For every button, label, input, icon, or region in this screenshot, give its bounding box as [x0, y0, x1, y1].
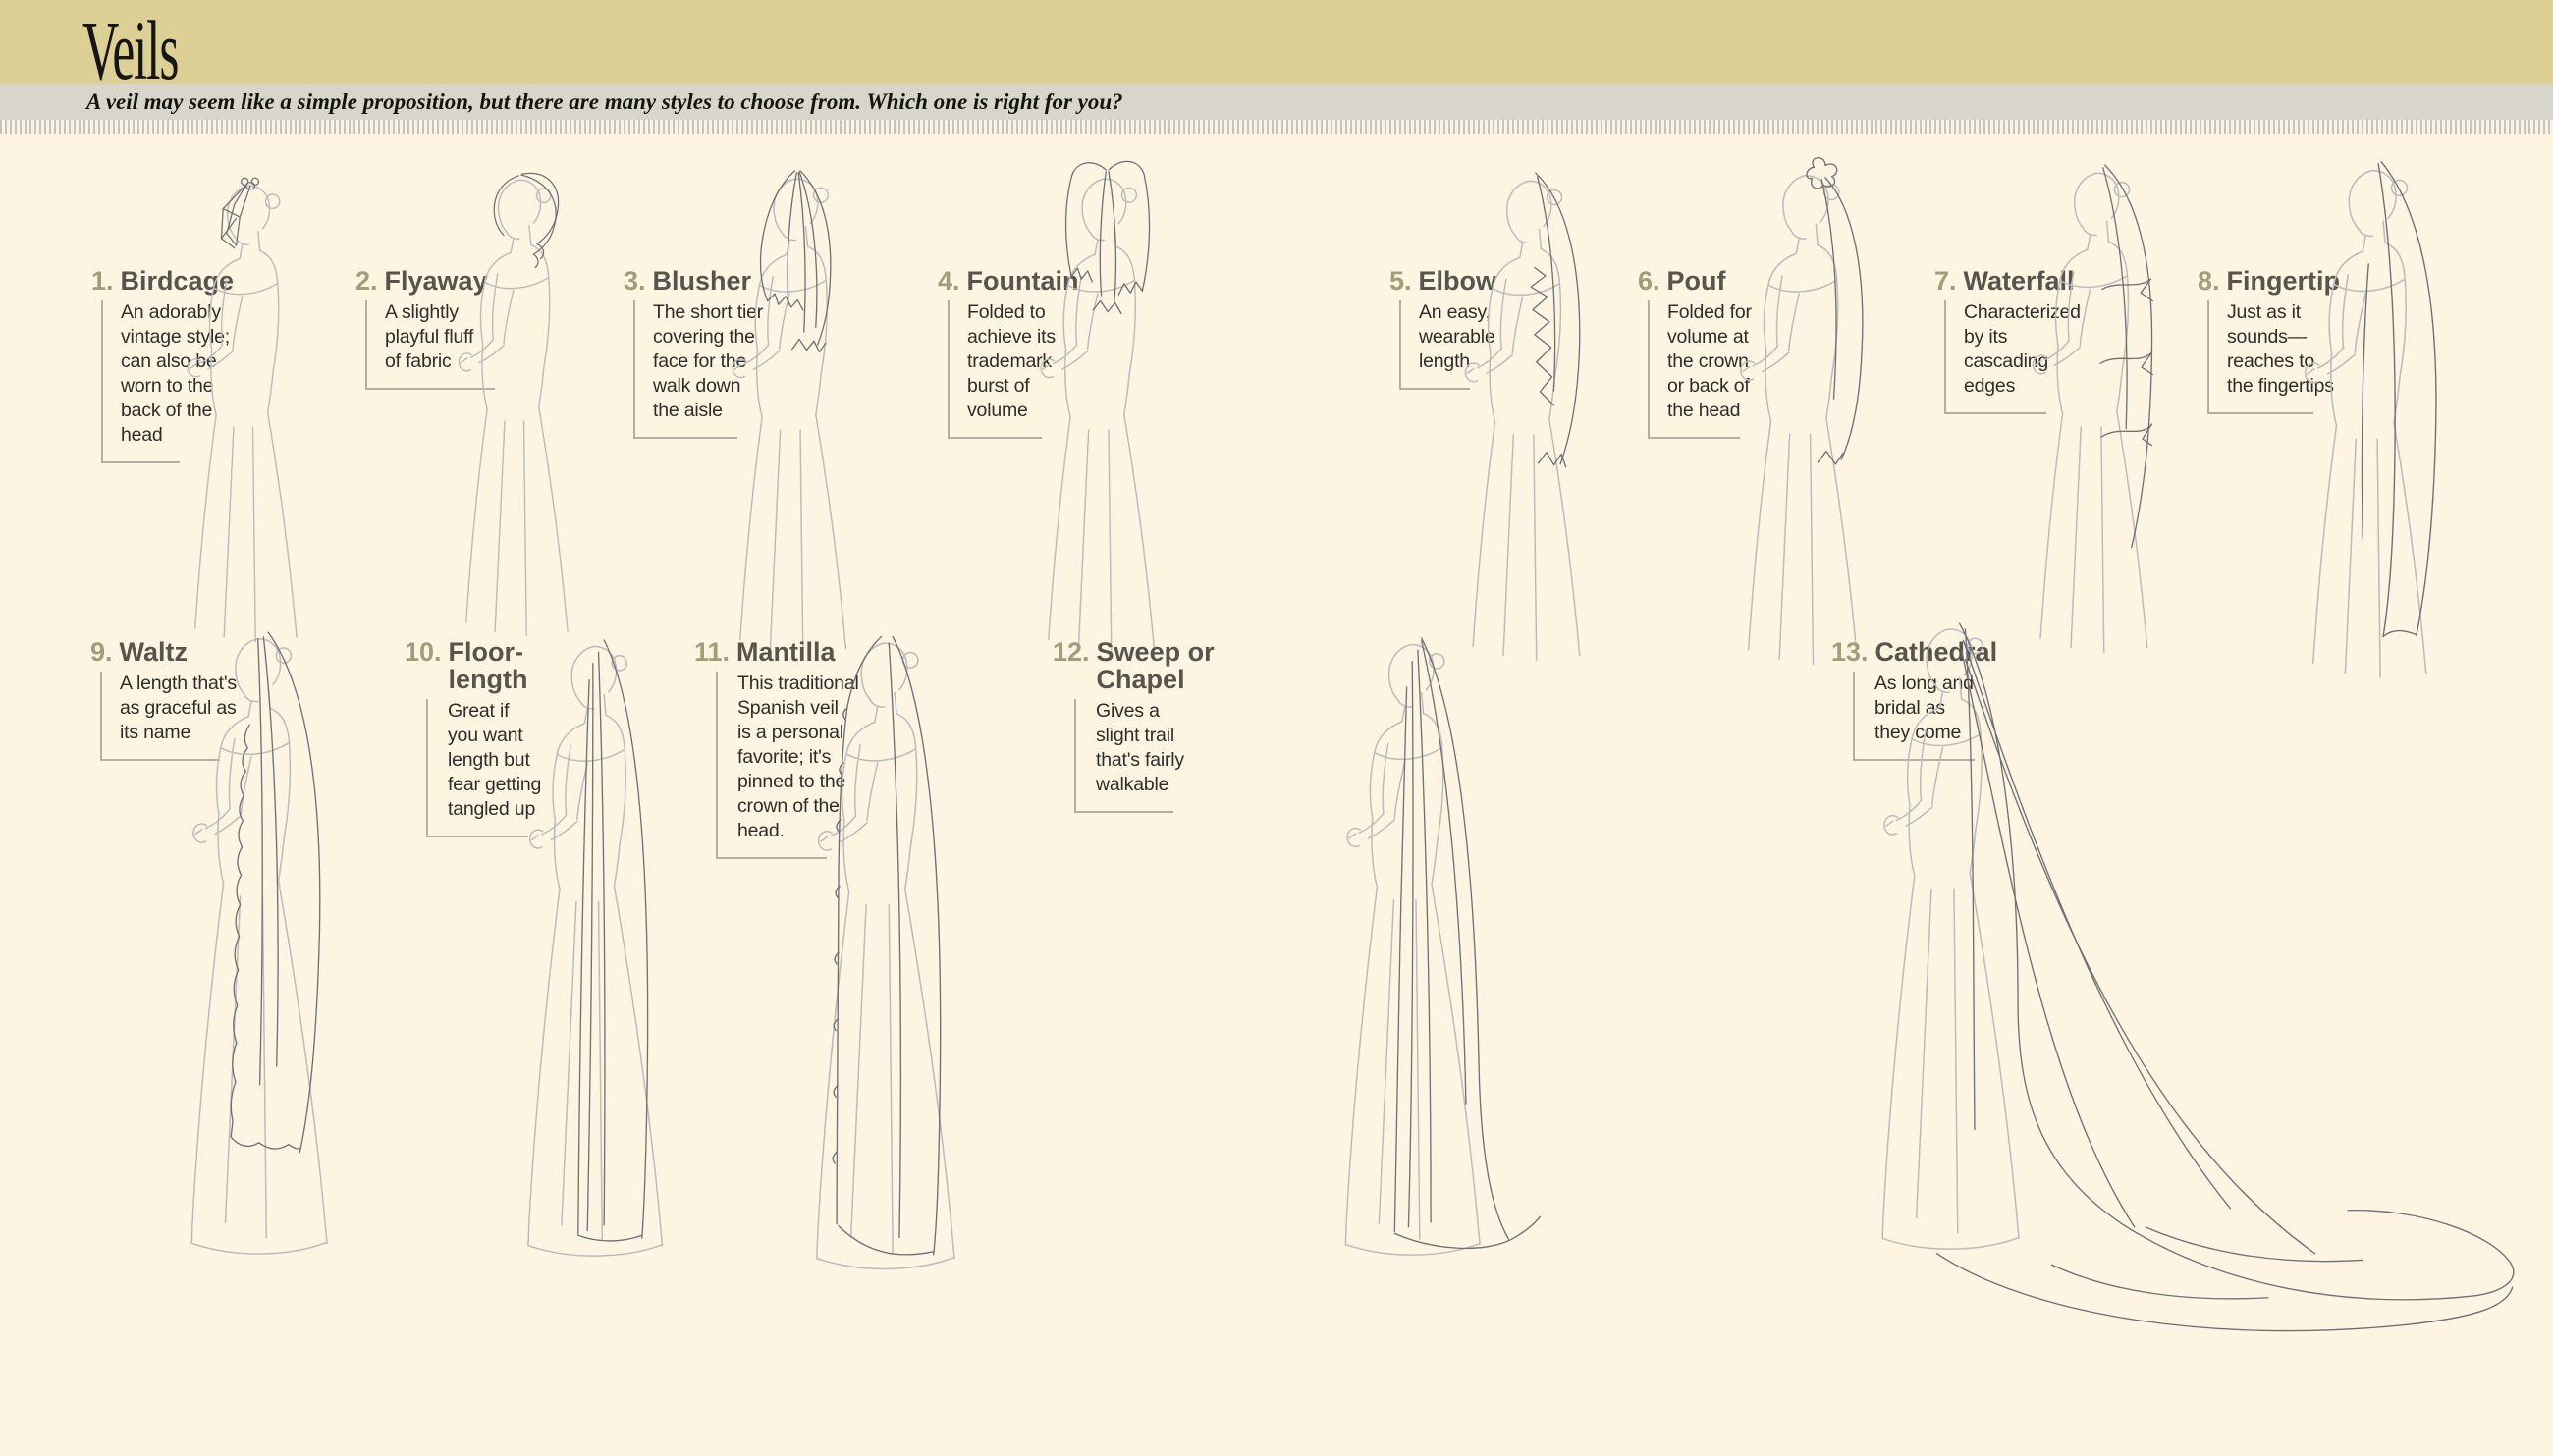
leader-line-vertical: [426, 699, 428, 836]
figure-mantilla-illustration: [784, 620, 1011, 1285]
veil-item-number: 10.: [405, 638, 442, 666]
veil-item-number: 11.: [694, 638, 730, 666]
leader-line-vertical: [1944, 300, 1946, 412]
leader-line-vertical: [1648, 300, 1650, 437]
figure-birdcage-illustration: [169, 165, 361, 567]
veil-item-number: 12.: [1053, 638, 1090, 666]
figure-fountain-illustration: [1021, 157, 1222, 576]
leader-line-vertical: [2207, 300, 2209, 412]
figure-pouf-illustration: [1720, 153, 1927, 594]
veil-item-description: Gives a slight trail that's fairly walka…: [1096, 699, 1202, 797]
veil-item-number: 4.: [938, 267, 960, 295]
veil-item-number: 5.: [1389, 267, 1412, 295]
veil-item-waltz: 9.WaltzA length that's as graceful as it…: [90, 638, 188, 666]
leader-line-vertical: [716, 672, 718, 857]
veil-item-name: Sweep or Chapel: [1097, 638, 1215, 694]
figure-floor-illustration: [496, 624, 718, 1271]
veil-item-number: 1.: [91, 267, 114, 295]
veil-item-number: 7.: [1934, 267, 1957, 295]
veil-item-sweep-or: 12.Sweep or ChapelGives a slight trail t…: [1053, 638, 1215, 694]
veil-item-number: 2.: [355, 267, 378, 295]
leader-line-vertical: [1399, 300, 1401, 388]
veil-item-birdcage: 1.BirdcageAn adorably vintage style; can…: [91, 267, 234, 295]
figure-cathedral-illustration: [1817, 607, 2531, 1359]
header-band: [0, 0, 2553, 84]
page-subtitle: A veil may seem like a simple propositio…: [86, 89, 1123, 115]
veil-item-pouf: 6.PoufFolded for volume at the crown or …: [1638, 267, 1726, 295]
leader-line-vertical: [101, 300, 103, 461]
veil-item-heading: 12.Sweep or Chapel: [1053, 638, 1215, 694]
leader-line-vertical: [1074, 699, 1076, 811]
veil-item-number: 6.: [1638, 267, 1660, 295]
veil-item-fountain: 4.FountainFolded to achieve its trademar…: [938, 267, 1079, 295]
leader-line-vertical: [948, 300, 950, 437]
veil-item-number: 3.: [624, 267, 646, 295]
veil-item-name: Pouf: [1667, 267, 1726, 295]
veil-item-cathedral: 13.CathedralAs long and bridal as they c…: [1831, 638, 1997, 666]
figure-flyaway-illustration: [440, 159, 632, 562]
veil-item-fingertip: 8.FingertipJust as it sounds— reaches to…: [2198, 267, 2340, 295]
figure-elbow-illustration: [1445, 159, 1648, 591]
veil-item-floor: 10.Floor- lengthGreat if you want length…: [405, 638, 528, 694]
figure-blusher-illustration: [713, 157, 913, 576]
veil-item-heading: 6.Pouf: [1638, 267, 1726, 295]
veil-item-mantilla: 11.MantillaThis traditional Spanish veil…: [694, 638, 836, 666]
figure-waterfall-illustration: [2013, 151, 2215, 602]
veil-item-blusher: 3.BlusherThe short tier covering the fac…: [624, 267, 751, 295]
veil-item-elbow: 5.ElbowAn easy, wearable length: [1389, 267, 1496, 295]
veil-item-waterfall: 7.WaterfallCharacterized by its cascadin…: [1934, 267, 2075, 295]
page-title: Veils: [82, 8, 178, 92]
veils-infographic-page: Veils A veil may seem like a simple prop…: [0, 0, 2553, 1456]
figure-waltz-illustration: [159, 617, 383, 1269]
pinstripe-divider: [0, 120, 2553, 134]
veil-item-flyaway: 2.FlyawayA slightly playful fluff of fab…: [355, 267, 488, 295]
veil-item-number: 9.: [90, 638, 113, 666]
veil-item-number: 8.: [2198, 267, 2220, 295]
leader-line-vertical: [365, 300, 367, 388]
figure-sweep-or-illustration: [1318, 622, 1596, 1270]
leader-line-horizontal: [1074, 811, 1173, 813]
leader-line-vertical: [633, 300, 635, 437]
leader-line-horizontal: [101, 461, 180, 463]
leader-line-vertical: [100, 672, 102, 759]
